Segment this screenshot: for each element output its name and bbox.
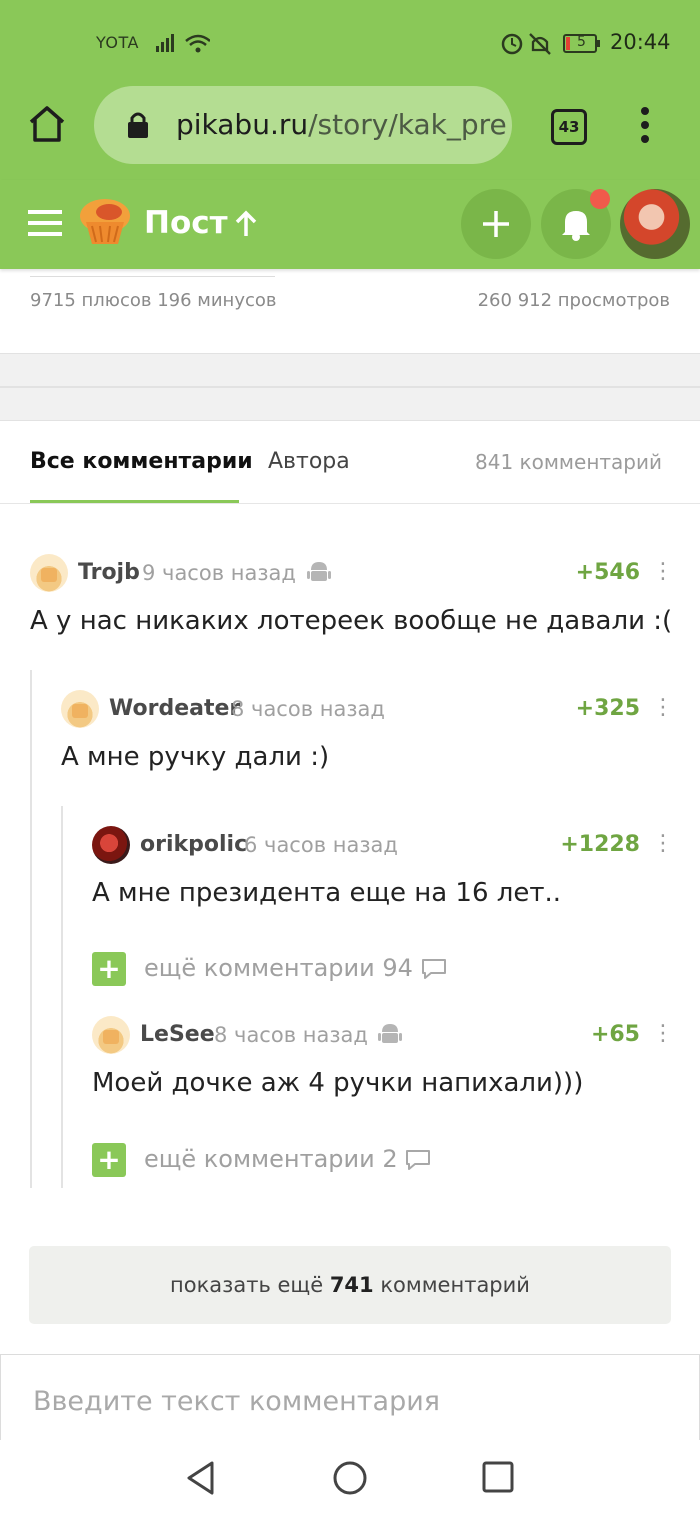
thread-line (61, 806, 63, 1188)
url-path: /story/kak_pre (308, 108, 507, 141)
comment-author[interactable]: LeSee (140, 1022, 215, 1047)
more-replies-link[interactable]: ещё комментарии 2 (144, 1145, 398, 1173)
carrier-label: YOTA (96, 33, 139, 52)
comment-text: Моей дочке аж 4 ручки напихали))) (92, 1068, 584, 1098)
nav-recents-icon[interactable] (482, 1461, 514, 1493)
comment-score: +1228 (560, 832, 640, 857)
expand-replies-button[interactable]: + (92, 1143, 126, 1177)
show-more-comments-button[interactable]: показать ещё 741 комментарий (29, 1246, 671, 1324)
status-time: 20:44 (610, 30, 671, 54)
page-title: Пост (144, 205, 228, 241)
comment-time[interactable]: 8 часов назад (231, 697, 385, 721)
tabs-icon[interactable]: 43 (551, 109, 587, 145)
tab-author-comments[interactable]: Автора (268, 449, 350, 474)
battery-level: 5 (577, 34, 586, 50)
comment-time[interactable]: 9 часов назад (142, 561, 296, 585)
hamburger-icon[interactable] (28, 209, 62, 237)
url-domain: pikabu.ru (176, 108, 309, 141)
comment-menu-icon[interactable]: ⋮ (652, 831, 674, 856)
comment-menu-icon[interactable]: ⋮ (652, 695, 674, 720)
comment-menu-icon[interactable]: ⋮ (652, 1021, 674, 1046)
comment-time[interactable]: 8 часов назад (214, 1023, 368, 1047)
comment-author[interactable]: orikpolic (140, 832, 247, 857)
plus-icon (483, 211, 509, 237)
show-more-prefix: показать ещё (170, 1273, 324, 1297)
separator-line (0, 386, 700, 388)
expand-replies-button[interactable]: + (92, 952, 126, 986)
comments-count: 841 комментарий (475, 450, 663, 474)
android-icon (378, 1024, 402, 1043)
lock-icon (128, 112, 148, 138)
user-avatar[interactable] (620, 189, 690, 259)
thread-line (30, 670, 32, 1188)
arrow-up-icon[interactable] (234, 210, 258, 238)
pikabu-logo[interactable] (78, 196, 132, 248)
url-bar[interactable]: pikabu.ru/story/kak_pre (94, 86, 512, 164)
comment-score: +546 (575, 560, 640, 585)
avatar[interactable] (30, 554, 68, 592)
stats-divider (30, 276, 275, 277)
post-votes: 9715 плюсов 196 минусов (30, 290, 277, 311)
nav-home-icon[interactable] (332, 1460, 368, 1496)
more-replies-link[interactable]: ещё комментарии 94 (144, 954, 413, 982)
bell-icon (562, 211, 590, 241)
comment-score: +325 (575, 696, 640, 721)
comment-text: А мне президента еще на 16 лет.. (92, 878, 562, 908)
comment-text: А у нас никаких лотереек вообще не давал… (30, 606, 673, 636)
home-icon[interactable] (28, 104, 66, 144)
comment-bubble-icon (422, 959, 446, 979)
comment-text: А мне ручку дали :) (61, 742, 330, 772)
comment-time[interactable]: 6 часов назад (244, 833, 398, 857)
notification-dot (590, 189, 610, 209)
url-text: pikabu.ru/story/kak_pre (176, 108, 507, 141)
android-icon (307, 562, 331, 581)
comment-author[interactable]: Trojb (78, 560, 140, 585)
avatar[interactable] (61, 690, 99, 728)
menu-dots-icon[interactable] (638, 106, 652, 144)
comment-bubble-icon (406, 1150, 430, 1170)
add-post-button[interactable] (461, 189, 531, 259)
avatar[interactable] (92, 1016, 130, 1054)
tab-all-comments[interactable]: Все комментарии (30, 449, 253, 474)
system-nav-bar (0, 1440, 700, 1517)
tabs-divider (0, 503, 700, 504)
nav-back-icon[interactable] (184, 1460, 218, 1496)
avatar[interactable] (92, 826, 130, 864)
comment-author[interactable]: Wordeater (109, 696, 240, 721)
show-more-suffix: комментарий (380, 1273, 530, 1297)
comment-input[interactable] (31, 1385, 655, 1418)
comment-menu-icon[interactable]: ⋮ (652, 559, 674, 584)
signal-wifi-icons (156, 34, 210, 53)
post-views: 260 912 просмотров (477, 290, 670, 311)
comment-score: +65 (590, 1022, 640, 1047)
show-more-count: 741 (329, 1273, 374, 1297)
